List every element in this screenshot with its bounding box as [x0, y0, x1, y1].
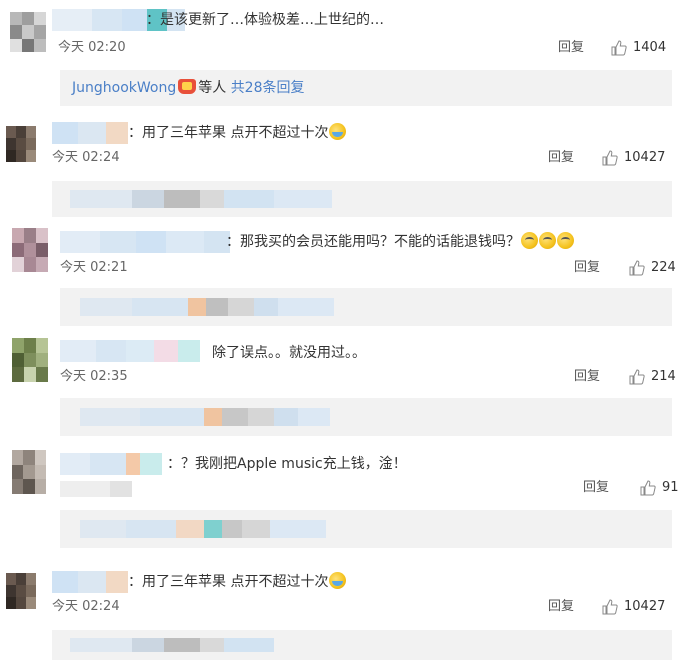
like-count: 1404 [633, 40, 667, 55]
comment-text: ：用了三年苹果 点开不超过十次 [128, 122, 347, 144]
comment-text: ：用了三年苹果 点开不超过十次 [128, 571, 347, 593]
sub-reply-count-link[interactable]: 共28条回复 [231, 80, 305, 96]
dizzy-emoji-icon [539, 232, 556, 249]
reply-button[interactable]: 回复 [583, 478, 609, 498]
nickname-blurred[interactable] [60, 453, 162, 475]
sub-replies-summary[interactable]: JunghookWong 等人 共28条回复 [72, 77, 305, 99]
sub-replies-box-blurred[interactable] [60, 510, 672, 548]
like-button[interactable]: 10427 [602, 148, 665, 168]
sub-replies-box-blurred[interactable] [60, 398, 672, 436]
like-button[interactable]: 91 [640, 478, 679, 498]
sub-replies-box-blurred[interactable] [52, 630, 672, 660]
sub-reply-user[interactable]: JunghookWong [72, 80, 176, 96]
like-button[interactable]: 214 [629, 367, 676, 387]
comment-time: 今天 02:24 [52, 599, 120, 614]
crown-badge-icon [178, 79, 197, 94]
crying-emoji-icon [329, 572, 347, 589]
reply-button[interactable]: 回复 [574, 258, 600, 278]
like-button[interactable]: 1404 [611, 38, 666, 58]
comment-time: 今天 02:20 [58, 40, 126, 55]
comment-text: ：？我刚把Apple music充上钱，淦！ [167, 456, 407, 472]
reply-button[interactable]: 回复 [548, 148, 574, 168]
thumbs-up-icon [602, 599, 618, 615]
comment-text-content: ：用了三年苹果 点开不超过十次 [128, 574, 329, 590]
comment-time: 今天 02:35 [60, 369, 128, 384]
like-count: 91 [662, 480, 679, 495]
dizzy-emoji-icon [557, 232, 574, 249]
comment-text: ：那我买的会员还能用吗？不能的话能退钱吗？ [226, 231, 574, 253]
comment-text-content: ：那我买的会员还能用吗？不能的话能退钱吗？ [226, 234, 520, 250]
timestamp-blurred [60, 481, 132, 497]
thumbs-up-icon [629, 369, 645, 385]
sub-replies-box-blurred[interactable] [60, 288, 672, 326]
reply-button[interactable]: 回复 [558, 38, 584, 58]
sub-replies-box-blurred[interactable] [52, 181, 672, 217]
reply-button[interactable]: 回复 [548, 597, 574, 617]
nickname-blurred[interactable] [52, 571, 128, 593]
like-count: 10427 [624, 150, 666, 165]
thumbs-up-icon [602, 150, 618, 166]
thumbs-up-icon [640, 480, 656, 496]
dizzy-emoji-icon [521, 232, 538, 249]
reply-button[interactable]: 回复 [574, 367, 600, 387]
thumbs-up-icon [629, 260, 645, 276]
like-count: 214 [651, 369, 676, 384]
avatar[interactable] [6, 573, 36, 609]
avatar[interactable] [6, 126, 36, 162]
avatar[interactable] [12, 338, 48, 382]
like-button[interactable]: 10427 [602, 597, 665, 617]
nickname-blurred[interactable] [60, 340, 200, 362]
comment-text: 除了误点。。就没用过。。 [212, 345, 366, 361]
comment-time: 今天 02:21 [60, 260, 128, 275]
avatar[interactable] [12, 228, 48, 272]
like-count: 224 [651, 260, 676, 275]
comment-text: ：是该更新了…体验极差…上世纪的… [146, 12, 384, 28]
sub-reply-mid: 等人 [198, 80, 227, 96]
sub-replies-box[interactable]: JunghookWong 等人 共28条回复 [60, 70, 672, 106]
avatar[interactable] [12, 450, 46, 494]
nickname-blurred[interactable] [52, 122, 128, 144]
comment-text-content: ：用了三年苹果 点开不超过十次 [128, 125, 329, 141]
nickname-blurred[interactable] [60, 231, 230, 253]
crying-emoji-icon [329, 123, 347, 140]
avatar[interactable] [10, 12, 46, 52]
comment-time: 今天 02:24 [52, 150, 120, 165]
thumbs-up-icon [611, 40, 627, 56]
like-count: 10427 [624, 599, 666, 614]
like-button[interactable]: 224 [629, 258, 676, 278]
